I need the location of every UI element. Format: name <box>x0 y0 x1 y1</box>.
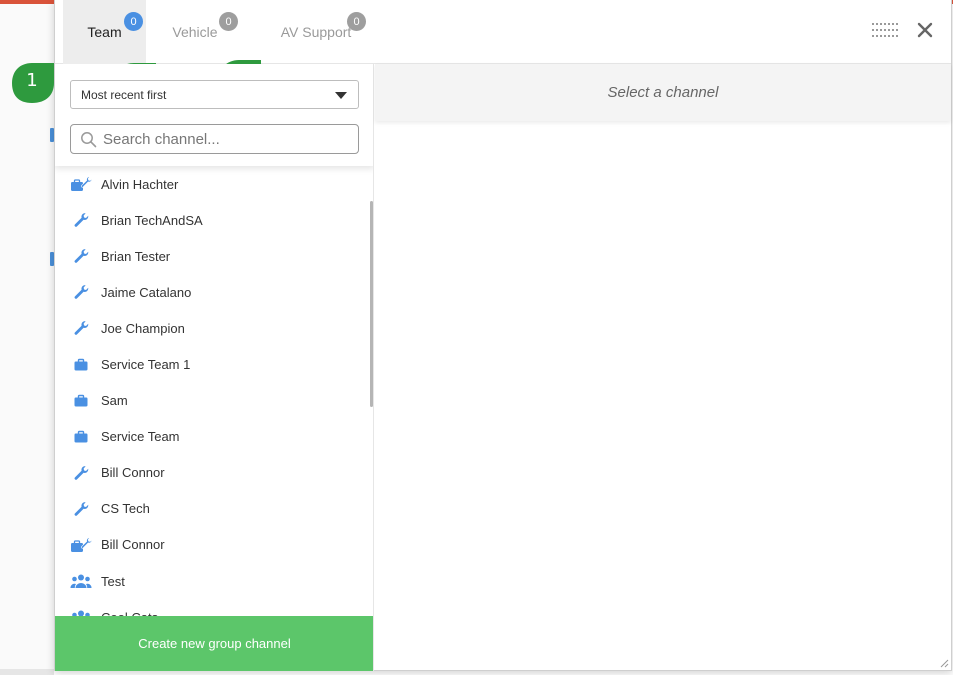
channel-name: Joe Champion <box>101 320 185 336</box>
tab-label: Team <box>87 24 122 40</box>
wrench-icon <box>70 465 92 481</box>
tab-av-support[interactable]: AV Support 0 <box>261 0 371 64</box>
callout-number: 1 <box>26 70 38 91</box>
sort-dropdown[interactable]: Most recent first <box>70 80 359 109</box>
channel-name: Sam <box>101 393 128 409</box>
channel-name: Bill Connor <box>101 465 165 481</box>
sidebar-controls: Most recent first <box>55 64 373 166</box>
wrench-icon <box>70 501 92 517</box>
channel-sidebar: Most recent first Alvin Hachter Brian Tec… <box>55 64 374 671</box>
create-group-channel-button[interactable]: Create new group channel <box>55 616 373 671</box>
channel-list: Alvin Hachter Brian TechAndSA Brian Tester… <box>55 166 373 635</box>
resize-grip-icon[interactable] <box>940 659 949 668</box>
chevron-down-icon <box>335 92 347 99</box>
background-accent <box>0 0 54 4</box>
briefcase-icon <box>70 429 92 445</box>
briefcase-icon <box>70 357 92 373</box>
channel-name: Service Team <box>101 429 180 445</box>
dialog-header: Team 0 Vehicle 0 AV Support 0 <box>55 0 951 64</box>
tab-count-badge: 0 <box>219 12 238 31</box>
channel-name: Brian TechAndSA <box>101 212 203 228</box>
channel-item[interactable]: Jaime Catalano <box>55 274 373 310</box>
channel-item[interactable]: Brian Tester <box>55 238 373 274</box>
tab-label: AV Support <box>280 24 352 40</box>
tech-team-icon <box>70 176 92 192</box>
callout-marker: 1 <box>10 61 54 105</box>
channel-dialog: Team 0 Vehicle 0 AV Support 0 Most recen… <box>54 0 952 671</box>
search-field[interactable] <box>70 124 359 154</box>
scrollbar[interactable] <box>370 201 373 407</box>
search-input[interactable] <box>103 130 343 148</box>
wrench-icon <box>70 284 92 300</box>
wrench-icon <box>70 320 92 336</box>
tab-label: Vehicle <box>172 24 218 40</box>
select-channel-placeholder: Select a channel <box>607 84 719 101</box>
channel-item[interactable]: Alvin Hachter <box>55 166 373 202</box>
channel-item[interactable]: Test <box>55 563 373 599</box>
channel-item[interactable]: Service Team 1 <box>55 346 373 382</box>
background-footer <box>0 669 54 675</box>
briefcase-icon <box>70 393 92 409</box>
tech-team-icon <box>70 537 92 553</box>
channel-name: Bill Connor <box>101 537 165 553</box>
grid-icon[interactable] <box>872 23 898 37</box>
tab-team[interactable]: Team 0 <box>63 0 146 64</box>
channel-item[interactable]: Bill Connor <box>55 527 373 563</box>
tab-count-badge: 0 <box>124 12 143 31</box>
wrench-icon <box>70 248 92 264</box>
channel-item[interactable]: Joe Champion <box>55 310 373 346</box>
channel-item[interactable]: Brian TechAndSA <box>55 202 373 238</box>
channel-name: Test <box>101 573 125 589</box>
channel-name: Brian Tester <box>101 248 171 264</box>
wrench-icon <box>70 212 92 228</box>
channel-name: Service Team 1 <box>101 357 191 373</box>
conversation-header: Select a channel <box>375 64 951 121</box>
channel-item[interactable]: Sam <box>55 383 373 419</box>
channel-item[interactable]: Bill Connor <box>55 455 373 491</box>
channel-name: Alvin Hachter <box>101 176 179 192</box>
channel-name: CS Tech <box>101 501 150 517</box>
tab-vehicle[interactable]: Vehicle 0 <box>155 0 238 64</box>
sort-selected-value: Most recent first <box>81 87 167 102</box>
group-icon <box>70 573 92 589</box>
search-icon <box>81 132 97 148</box>
channel-item[interactable]: CS Tech <box>55 491 373 527</box>
tab-count-badge: 0 <box>347 12 366 31</box>
channel-item[interactable]: Service Team <box>55 419 373 455</box>
close-icon[interactable] <box>915 20 935 40</box>
channel-name: Jaime Catalano <box>101 284 192 300</box>
